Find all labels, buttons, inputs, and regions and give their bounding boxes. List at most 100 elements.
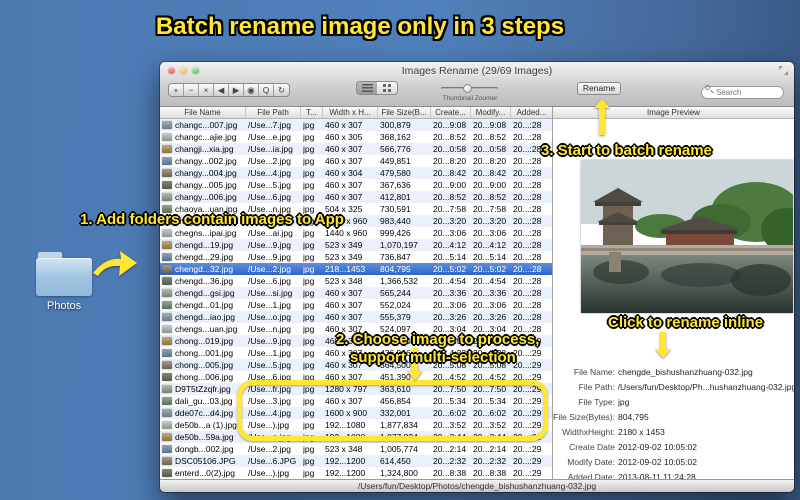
cell-path: /Use...).jpg xyxy=(248,468,290,478)
cell-name: changy...006.jpg xyxy=(175,192,237,202)
row-thumbnail-icon xyxy=(162,289,172,297)
cell-created: 20...9:00 xyxy=(433,180,467,190)
cell-name: chengs...uan.jpg xyxy=(175,324,238,334)
detail-value[interactable]: 804,795 xyxy=(618,412,649,422)
cell-created: 20...2:32 xyxy=(433,456,467,466)
column-header-name[interactable]: File Name xyxy=(160,107,246,118)
detail-label: File Name: xyxy=(573,366,615,377)
cell-name: chong...005.jpg xyxy=(175,360,234,370)
slider-knob[interactable] xyxy=(463,84,472,93)
cell-modified: 20...5:02 xyxy=(473,264,507,274)
delete-button[interactable]: × xyxy=(199,84,214,96)
table-row[interactable]: changc...007.jpg/Use...7.jpg jpg 460 x 307… xyxy=(160,119,552,131)
row-thumbnail-icon xyxy=(162,397,172,405)
row-thumbnail-icon xyxy=(162,361,172,369)
table-row[interactable]: chengd...iao.jpg/Use...o.jpg jpg 460 x 307… xyxy=(160,311,552,323)
cell-added: 20...:29 xyxy=(513,348,542,358)
cell-path: /Use...6.JPG xyxy=(248,456,297,466)
table-row[interactable]: changji...xia.jpg/Use...ia.jpg jpg 460 x 3… xyxy=(160,143,552,155)
list-view-button[interactable] xyxy=(357,82,377,94)
table-row[interactable]: chengd...19.jpg/Use...9.jpg jpg 523 x 349 1… xyxy=(160,239,552,251)
arrow-down-icon xyxy=(655,332,671,358)
window-chrome: Images Rename (29/69 Images) + − × ◀ ▶ ◉ Q ↻ Th… xyxy=(160,62,794,107)
detail-value[interactable]: 2180 x 1453 xyxy=(618,427,665,437)
cell-type: jpg xyxy=(303,228,315,238)
detail-value[interactable]: 2012-09-02 10:05:02 xyxy=(618,457,697,467)
table-row[interactable]: changy...006.jpg/Use...6.jpg jpg 460 x 307… xyxy=(160,191,552,203)
column-header-type[interactable]: T... xyxy=(301,107,323,118)
cell-size: 736,847 xyxy=(380,252,411,262)
photos-folder-icon[interactable]: Photos xyxy=(36,252,92,312)
table-row[interactable]: chengd...29.jpg/Use...9.jpg jpg 523 x 349 7… xyxy=(160,251,552,263)
search-icon xyxy=(705,85,710,90)
row-thumbnail-icon xyxy=(162,337,172,345)
cell-size: 552,024 xyxy=(380,300,411,310)
cell-size: 730,591 xyxy=(380,204,411,214)
table-row[interactable]: changy...005.jpg/Use...5.jpg jpg 460 x 307… xyxy=(160,179,552,191)
column-header-size[interactable]: File Size(B... xyxy=(378,107,431,118)
table-row[interactable]: enterd...0(2).jpg/Use...).jpg jpg 192...12… xyxy=(160,467,552,479)
cell-path: /Use...1.jpg xyxy=(248,300,291,310)
detail-value[interactable]: chengde_bishushanzhuang-032.jpg xyxy=(618,367,753,377)
cell-modified: 20...8:42 xyxy=(473,168,507,178)
table-row[interactable]: dongb...002.jpg/Use...2.jpg jpg 523 x 348 1… xyxy=(160,443,552,455)
grid-view-button[interactable] xyxy=(377,82,397,94)
column-header-modified[interactable]: Modify... xyxy=(471,107,511,118)
detail-label: File Size(Bytes): xyxy=(553,411,615,422)
thumbnail-zoomer-slider[interactable] xyxy=(441,84,498,93)
cell-type: jpg xyxy=(303,120,315,130)
cell-dims: 523 x 348 xyxy=(325,444,363,454)
cell-added: 20...:28 xyxy=(513,120,542,130)
cell-name: chengd...32.jpg xyxy=(175,264,234,274)
column-header-created[interactable]: Create... xyxy=(431,107,471,118)
row-thumbnail-icon xyxy=(162,277,172,285)
cell-size: 566,776 xyxy=(380,144,411,154)
cell-size: 804,795 xyxy=(380,264,411,274)
search-input[interactable] xyxy=(701,86,784,99)
rename-button[interactable]: Rename xyxy=(577,82,621,95)
arrow-up-icon xyxy=(594,99,610,135)
previous-button[interactable]: ◀ xyxy=(214,84,229,96)
detail-row: File Path:/Users/fun/Desktop/Ph...hushan… xyxy=(553,379,795,394)
cell-created: 20...8:38 xyxy=(433,468,467,478)
cell-path: /Use...5.jpg xyxy=(248,180,291,190)
cell-size: 1,005,774 xyxy=(380,444,418,454)
table-row[interactable]: chengd...36.jpg/Use...6.jpg jpg 523 x 348 1… xyxy=(160,275,552,287)
table-row[interactable]: changc...ajie.jpg/Use...e.jpg jpg 460 x 30… xyxy=(160,131,552,143)
detail-label: Modify Date: xyxy=(567,456,615,467)
magnify-button[interactable]: Q xyxy=(259,84,274,96)
cell-created: 20...3:36 xyxy=(433,288,467,298)
row-thumbnail-icon xyxy=(162,457,172,465)
cell-modified: 20...3:20 xyxy=(473,216,507,226)
column-header-dims[interactable]: Width x H... xyxy=(323,107,378,118)
column-header-added[interactable]: Added... xyxy=(511,107,552,118)
add-button[interactable]: + xyxy=(169,84,184,96)
detail-row: File Type: jpg xyxy=(553,394,795,409)
table-row[interactable]: chengd...gsi.jpg/Use...si.jpg jpg 460 x 30… xyxy=(160,287,552,299)
cell-added: 20...:28 xyxy=(513,264,542,274)
fullscreen-icon[interactable] xyxy=(779,66,788,75)
cell-size: 367,636 xyxy=(380,180,411,190)
detail-value[interactable]: /Users/fun/Desktop/Ph...hushanzhuang-032… xyxy=(618,382,795,392)
multi-selection-highlight-box xyxy=(237,380,548,441)
table-row[interactable]: changy...002.jpg/Use...2.jpg jpg 460 x 307… xyxy=(160,155,552,167)
remove-button[interactable]: − xyxy=(184,84,199,96)
table-row[interactable]: changy...004.jpg/Use...4.jpg jpg 460 x 304… xyxy=(160,167,552,179)
preview-panel-header: Image Preview xyxy=(553,107,794,119)
table-row[interactable]: chengd...01.jpg/Use...1.jpg jpg 460 x 307 5… xyxy=(160,299,552,311)
detail-value[interactable]: 2012-09-02 10:05:02 xyxy=(618,442,697,452)
column-header-path[interactable]: File Path xyxy=(246,107,301,118)
cell-size: 368,162 xyxy=(380,132,411,142)
cell-created: 20...3:06 xyxy=(433,300,467,310)
next-button[interactable]: ▶ xyxy=(229,84,244,96)
preview-eye-button[interactable]: ◉ xyxy=(244,84,259,96)
refresh-button[interactable]: ↻ xyxy=(274,84,289,96)
cell-modified: 20...2:32 xyxy=(473,456,507,466)
table-row[interactable]: chengd...32.jpg/Use...2.jpg jpg 218...1453… xyxy=(160,263,552,275)
cell-path: /Use...o.jpg xyxy=(248,312,291,322)
table-row[interactable]: chegns...ipai.jpg/Use...ai.jpg jpg 1440 x … xyxy=(160,227,552,239)
cell-type: jpg xyxy=(303,156,315,166)
detail-value[interactable]: jpg xyxy=(618,397,629,407)
table-row[interactable]: DSC05106.JPG/Use...6.JPG jpg 192...1200 614… xyxy=(160,455,552,467)
row-thumbnail-icon xyxy=(162,445,172,453)
